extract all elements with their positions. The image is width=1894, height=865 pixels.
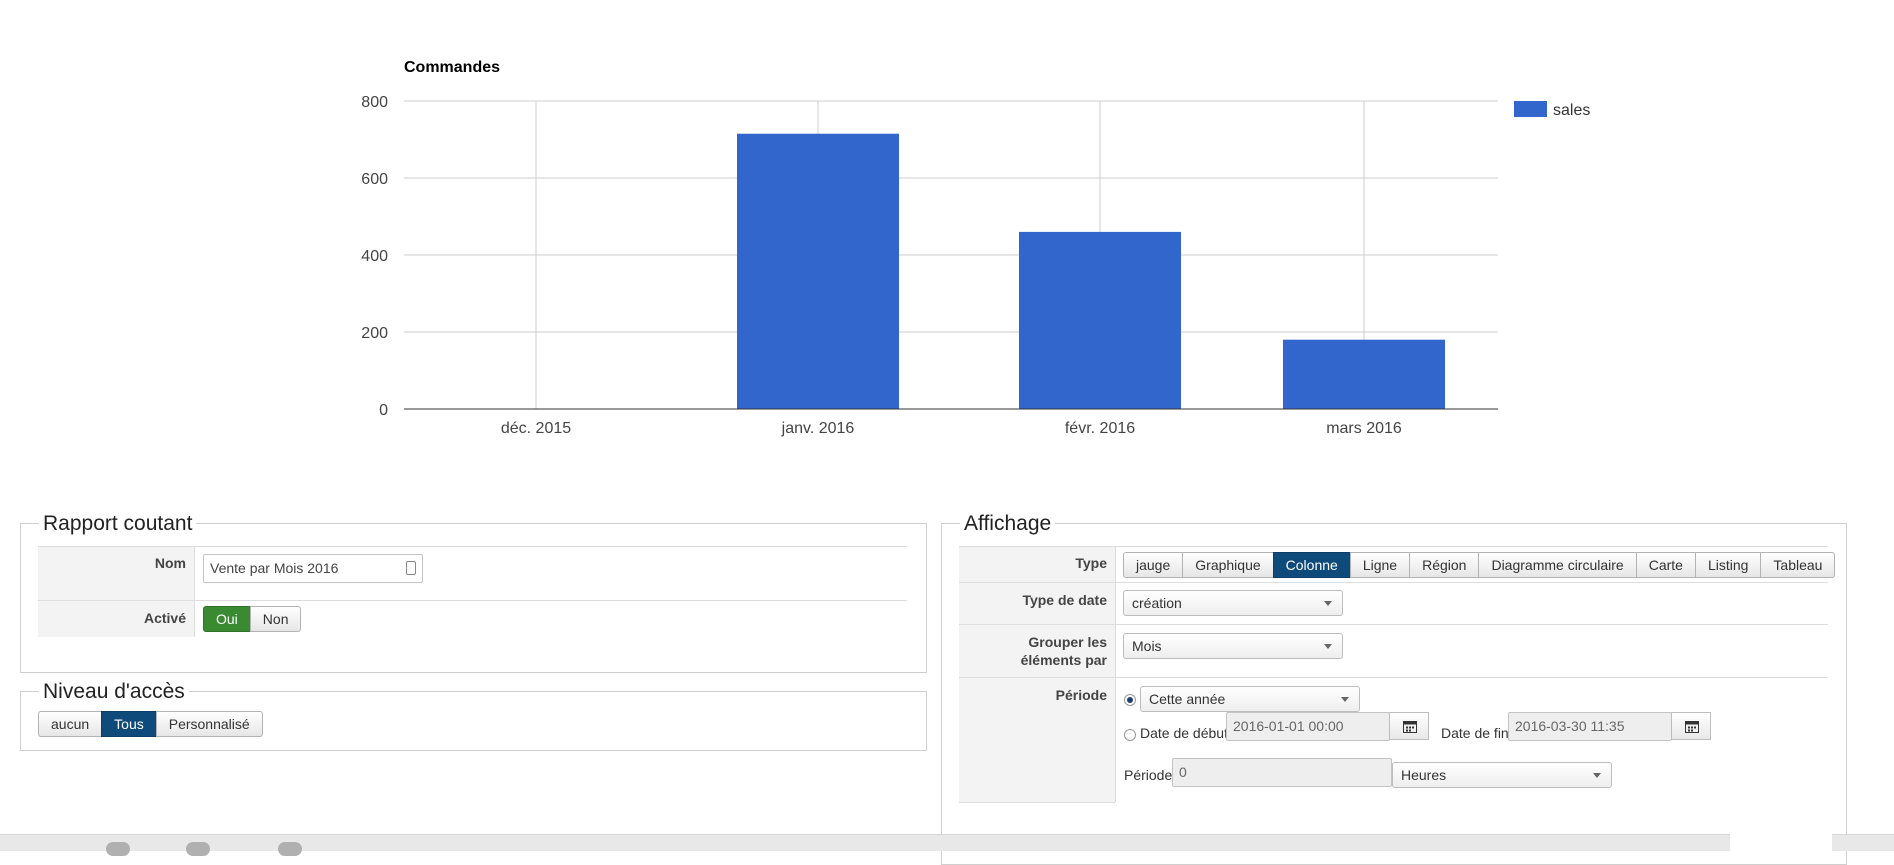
orders-chart: Commandes 0 200 400 600 800 déc. 2015 janv. 201… — [361, 59, 1590, 437]
date-fin-value: 2016-03-30 11:35 — [1515, 718, 1625, 734]
group-value: Mois — [1132, 638, 1162, 654]
bar — [737, 133, 899, 409]
x-tick-label: mars 2016 — [1326, 420, 1402, 437]
periode2-label: Période — [1124, 767, 1173, 783]
chevron-down-icon — [1593, 773, 1601, 778]
nom-value: Vente par Mois 2016 — [210, 560, 339, 576]
divider — [194, 547, 195, 637]
calendar-icon — [1685, 721, 1699, 733]
type-label: Type — [1075, 555, 1107, 571]
divider — [959, 802, 1115, 803]
date-type-select[interactable]: création — [1123, 590, 1343, 616]
date-fin-input[interactable]: 2016-03-30 11:35 — [1508, 712, 1672, 741]
nom-input[interactable]: Vente par Mois 2016 — [203, 554, 423, 583]
periode-select[interactable]: Cette année — [1140, 686, 1360, 712]
type-graphique-button[interactable]: Graphique — [1182, 552, 1274, 578]
y-tick-label: 200 — [361, 325, 388, 342]
badge-icon — [278, 842, 302, 856]
type-region-button[interactable]: Région — [1409, 552, 1480, 578]
periode-value: Cette année — [1149, 691, 1226, 707]
nom-label: Nom — [154, 555, 186, 571]
y-tick-label: 400 — [361, 248, 388, 265]
active-label: Activé — [143, 610, 186, 626]
type-tableau-button[interactable]: Tableau — [1760, 552, 1836, 578]
divider — [1115, 547, 1116, 677]
bar — [1283, 339, 1445, 409]
x-tick-label: déc. 2015 — [501, 420, 571, 437]
periode2-input[interactable]: 0 — [1172, 758, 1392, 787]
calendar-button[interactable] — [1389, 712, 1429, 740]
status-bar — [0, 834, 1730, 851]
badge-icon — [186, 842, 210, 856]
x-tick-label: janv. 2016 — [781, 420, 855, 437]
date-type-label: Type de date — [1022, 592, 1107, 608]
calendar-button[interactable] — [1671, 712, 1711, 740]
y-tick-label: 800 — [361, 94, 388, 111]
date-debut-value: 2016-01-01 00:00 — [1233, 718, 1344, 734]
type-listing-button[interactable]: Listing — [1694, 552, 1762, 578]
legend-swatch — [1514, 101, 1547, 117]
type-carte-button[interactable]: Carte — [1635, 552, 1696, 578]
rapport-title: Rapport coutant — [39, 510, 197, 538]
date-type-value: création — [1132, 595, 1182, 611]
chart-title: Commandes — [404, 59, 500, 76]
badge-icon — [106, 842, 130, 856]
chevron-down-icon — [1324, 644, 1332, 649]
type-colonne-button[interactable]: Colonne — [1272, 552, 1351, 578]
date-debut-label: Date de début — [1140, 725, 1228, 741]
aucun-button[interactable]: aucun — [38, 711, 103, 737]
y-tick-label: 600 — [361, 171, 388, 188]
divider — [1115, 678, 1116, 802]
non-button[interactable]: Non — [249, 606, 302, 632]
type-diagramme-circulaire-button[interactable]: Diagramme circulaire — [1478, 552, 1637, 578]
personnalise-button[interactable]: Personnalisé — [155, 711, 263, 737]
unit-value: Heures — [1401, 767, 1447, 783]
group-label: Grouper les éléments par — [1020, 634, 1107, 668]
bar — [1019, 231, 1181, 409]
unit-select[interactable]: Heures — [1392, 762, 1612, 788]
date-fin-label: Date de fin — [1441, 725, 1509, 741]
type-jauge-button[interactable]: jauge — [1123, 552, 1184, 578]
type-ligne-button[interactable]: Ligne — [1349, 552, 1411, 578]
date-debut-input[interactable]: 2016-01-01 00:00 — [1226, 712, 1390, 741]
calendar-icon — [1403, 721, 1417, 733]
oui-button[interactable]: Oui — [203, 606, 251, 632]
active-toggle: Oui Non — [203, 606, 302, 632]
status-bar-right — [1832, 834, 1894, 851]
periode-label: Période — [1055, 687, 1107, 703]
acces-title: Niveau d'accès — [39, 678, 189, 706]
affichage-title: Affichage — [960, 510, 1056, 538]
periode2-value: 0 — [1179, 764, 1187, 780]
chevron-down-icon — [1341, 697, 1349, 702]
tous-button[interactable]: Tous — [101, 711, 157, 737]
field-icon — [406, 561, 416, 575]
periode-radio[interactable] — [1124, 694, 1136, 706]
acces-toggle: aucun Tous Personnalisé — [38, 711, 263, 737]
y-tick-label: 0 — [379, 402, 388, 419]
chevron-down-icon — [1324, 601, 1332, 606]
type-selector: jauge Graphique Colonne Ligne Région Dia… — [1123, 552, 1836, 578]
legend-label: sales — [1553, 102, 1590, 119]
date-range-radio[interactable] — [1124, 729, 1136, 741]
x-tick-label: févr. 2016 — [1065, 420, 1135, 437]
group-select[interactable]: Mois — [1123, 633, 1343, 659]
